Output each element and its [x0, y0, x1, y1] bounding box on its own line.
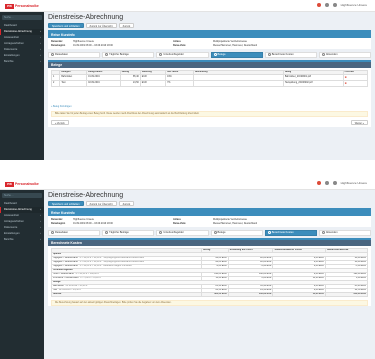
step-unterkunft[interactable]: Unterkunftsgelder — [156, 229, 209, 236]
logo-text: Personalwolke — [15, 182, 39, 186]
upload-notice: Bitte laden Sie für jeden Betrag einen B… — [51, 110, 368, 117]
step-reisedaten[interactable]: Reisedaten — [48, 51, 101, 58]
notification-bell-icon[interactable] — [316, 181, 321, 185]
prev-step-button[interactable]: « Zurück — [51, 119, 69, 125]
step-berechnete-kosten[interactable]: Berechnete Kosten — [264, 229, 317, 236]
date-input[interactable]: 02.09.2019 — [86, 79, 121, 87]
notification-bell-icon[interactable] — [316, 3, 321, 7]
sidebar-search-input[interactable]: Suche ... — [2, 193, 42, 198]
delete-button[interactable]: Zurück — [118, 23, 135, 28]
reise-info-box: Reise Kurzinfo Reisender Highfluence Unse… — [48, 30, 371, 49]
sidebar-search-input[interactable]: Suche ... — [2, 15, 42, 20]
step-unterkunft[interactable]: Unterkunftsgelder — [156, 51, 209, 58]
step-circle-icon — [213, 53, 217, 57]
wizard-steps: Reisedaten Tägliche Beträge Unterkunftsg… — [48, 51, 372, 58]
calc-notice: Die Berechnung basiert auf den aktuell g… — [51, 299, 368, 306]
sidebar: Suche ... Dashboard Dienstreise-Abrechnu… — [0, 190, 44, 359]
step-taegliche-betraege[interactable]: Tägliche Beträge — [102, 51, 155, 58]
app-logo[interactable]: PW Personalwolke — [5, 3, 39, 9]
step-circle-icon — [267, 231, 271, 235]
user-name[interactable]: Highfluence Unsere — [341, 3, 367, 7]
user-name[interactable]: Highfluence Unsere — [341, 181, 367, 185]
step-circle-icon — [321, 231, 325, 235]
sidebar: Suche ... Dashboard Dienstreise-Abrechnu… — [0, 12, 44, 160]
back-button[interactable]: Zurück zur Übersicht — [85, 201, 117, 206]
step-belege[interactable]: Belege — [210, 51, 263, 58]
logo-text: Personalwolke — [15, 4, 39, 8]
sidebar-item-berichte[interactable]: Berichte › — [0, 59, 44, 65]
back-button[interactable]: Zurück zur Übersicht — [85, 23, 117, 28]
step-taegliche-betraege[interactable]: Tägliche Beträge — [102, 229, 155, 236]
user-avatar-icon[interactable] — [332, 3, 337, 7]
kosten-box: Berechnete Kosten Betrag Erstattung als P… — [48, 237, 371, 306]
help-icon[interactable] — [324, 181, 329, 185]
step-circle-icon — [267, 53, 271, 57]
amount-input[interactable]: 24,50 — [119, 79, 141, 87]
step-circle-icon — [159, 53, 163, 57]
main-content: Dienstreise-Abrechnung Speichern und sch… — [48, 14, 372, 160]
table-row: 2 Taxi 02.09.2019 24,50 EUR 7% Taxiquitt… — [50, 79, 369, 87]
step-circle-icon — [159, 231, 163, 235]
page-title: Dienstreise-Abrechnung — [48, 192, 124, 199]
step-absenden[interactable]: Absenden — [318, 229, 372, 236]
sidebar-item-berichte[interactable]: Berichte › — [0, 237, 44, 243]
app-logo[interactable]: PW Personalwolke — [5, 181, 39, 187]
note-textarea[interactable] — [192, 79, 284, 87]
save-button[interactable]: Speichern und schließen — [48, 23, 84, 28]
belege-table: Belegart Beleg-Datum Betrag Währung inkl. M… — [50, 69, 369, 87]
top-navbar: PW Personalwolke Highfluence Unsere — [0, 0, 375, 12]
currency-select[interactable]: EUR — [139, 79, 167, 87]
logo-mark: PW — [5, 3, 14, 9]
kosten-table: Betrag Erstattung als Pflicht Steuer/Geld… — [51, 247, 369, 297]
total-row: Summe 361,50 EUR 350,30 EUR 11,20 EUR 350,30… — [51, 291, 369, 297]
file-upload[interactable]: Taxiquittung_20190902.pdf — [282, 79, 344, 87]
belege-box: Belege Belegart Beleg-Datum Betrag Währung… — [48, 59, 371, 127]
user-avatar-icon[interactable] — [332, 181, 337, 185]
save-button[interactable]: Speichern und schließen — [48, 201, 84, 206]
step-circle-icon — [213, 231, 217, 235]
belegart-select[interactable]: Taxi — [59, 79, 88, 87]
wizard-steps: Reisedaten Tägliche Beträge Unterkunftsg… — [48, 229, 372, 236]
main-content: Dienstreise-Abrechnung Speichern und sch… — [48, 192, 372, 359]
delete-row-icon[interactable]: ✖ — [342, 79, 369, 87]
delete-button[interactable]: Zurück — [118, 201, 135, 206]
help-icon[interactable] — [324, 3, 329, 7]
top-navbar: PW Personalwolke Highfluence Unsere — [0, 178, 375, 190]
next-step-button[interactable]: Weiter » — [350, 119, 368, 125]
vat-select[interactable]: 7% — [165, 79, 194, 87]
step-absenden[interactable]: Absenden — [318, 51, 372, 58]
screenshot-berechnete-kosten: PW Personalwolke Highfluence Unsere Such… — [0, 178, 375, 359]
logo-mark: PW — [5, 181, 14, 187]
step-circle-icon — [105, 53, 109, 57]
step-berechnete-kosten[interactable]: Berechnete Kosten — [264, 51, 317, 58]
step-circle-icon — [51, 231, 54, 235]
step-belege[interactable]: Belege — [210, 229, 263, 236]
screenshot-belege: PW Personalwolke Highfluence Unsere Such… — [0, 0, 375, 160]
add-beleg-link[interactable]: + Beleg hinzufügen — [48, 103, 371, 110]
step-circle-icon — [51, 53, 54, 57]
step-reisedaten[interactable]: Reisedaten — [48, 229, 101, 236]
step-circle-icon — [321, 53, 325, 57]
page-title: Dienstreise-Abrechnung — [48, 14, 124, 21]
step-circle-icon — [105, 231, 109, 235]
reise-info-box: Reise Kurzinfo Reisender Highfluence Unse… — [48, 208, 371, 227]
